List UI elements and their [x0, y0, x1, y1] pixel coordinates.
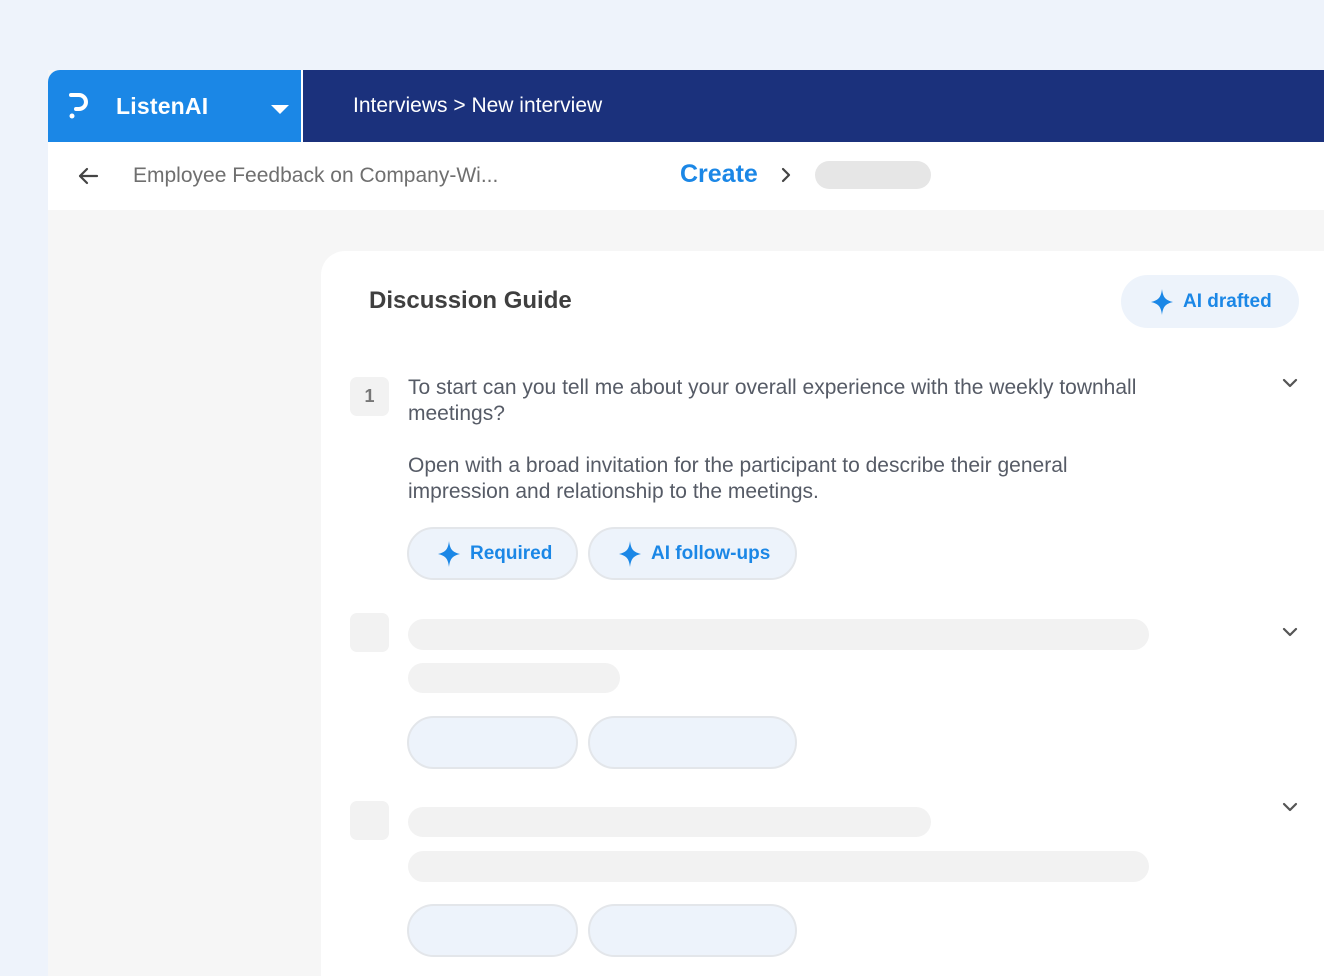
chevron-right-icon [781, 167, 791, 183]
screenshot-frame: ListenAI Interviews > New interview Empl… [0, 0, 1324, 976]
required-label: Required [470, 542, 553, 564]
p-logo-icon [69, 93, 88, 119]
sparkle-icon [619, 540, 641, 567]
top-bar: ListenAI Interviews > New interview [48, 70, 1324, 142]
tag-skeleton [407, 904, 578, 957]
text-skeleton [408, 619, 1149, 650]
chevron-down-icon[interactable] [1281, 377, 1299, 389]
sub-header: Employee Feedback on Company-Wi... Creat… [48, 142, 1324, 210]
discussion-guide-panel: Discussion Guide AI drafted 1 To start c… [321, 251, 1324, 976]
brand-name: ListenAI [116, 92, 209, 119]
interview-title: Employee Feedback on Company-Wi... [133, 164, 499, 187]
workspace-switcher[interactable]: ListenAI [48, 70, 301, 142]
ai-followups-label: AI follow-ups [651, 542, 771, 564]
step-next-placeholder [815, 161, 931, 189]
sparkle-icon [438, 540, 460, 567]
ai-drafted-label: AI drafted [1183, 290, 1272, 312]
tag-skeleton [588, 904, 797, 957]
chevron-down-icon[interactable] [1281, 801, 1299, 813]
app-window: ListenAI Interviews > New interview Empl… [48, 70, 1324, 976]
tag-skeleton [588, 716, 797, 769]
question-number-skeleton [350, 613, 389, 652]
caret-down-icon[interactable] [271, 105, 289, 114]
ai-drafted-badge[interactable]: AI drafted [1121, 275, 1299, 328]
required-tag[interactable]: Required [407, 527, 578, 580]
back-arrow-icon[interactable] [76, 164, 100, 188]
step-create[interactable]: Create [680, 160, 758, 189]
question-description[interactable]: Open with a broad invitation for the par… [408, 453, 1168, 505]
chevron-down-icon[interactable] [1281, 626, 1299, 638]
question-number-skeleton [350, 801, 389, 840]
text-skeleton [408, 807, 931, 837]
sparkle-icon [1151, 288, 1173, 315]
tag-skeleton [407, 716, 578, 769]
breadcrumb[interactable]: Interviews > New interview [353, 94, 602, 118]
panel-title: Discussion Guide [369, 287, 572, 314]
question-number: 1 [350, 377, 389, 416]
nav-breadcrumb-bar: Interviews > New interview [303, 70, 1324, 142]
text-skeleton [408, 663, 620, 693]
question-text[interactable]: To start can you tell me about your over… [408, 375, 1168, 427]
ai-followups-tag[interactable]: AI follow-ups [588, 527, 797, 580]
text-skeleton [408, 851, 1149, 882]
